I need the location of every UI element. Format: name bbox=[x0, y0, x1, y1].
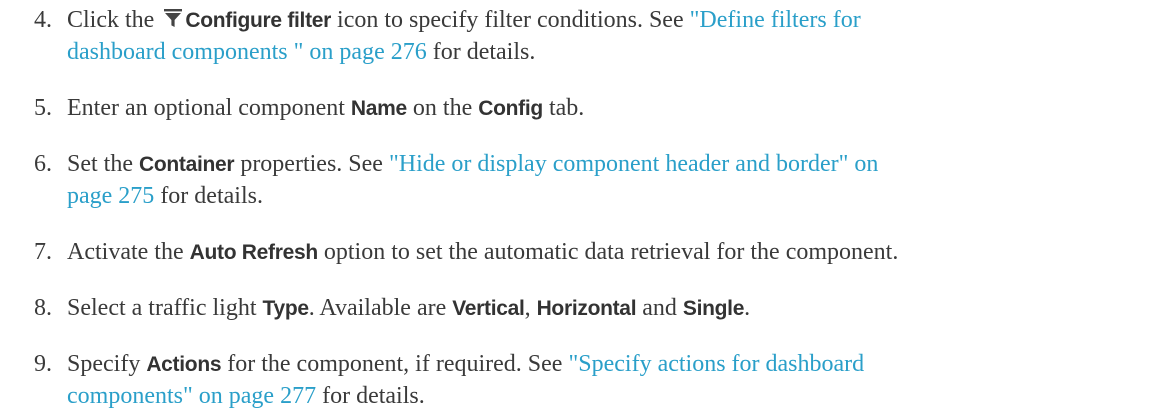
step-number: 8. bbox=[34, 295, 52, 321]
filter-icon bbox=[164, 9, 183, 27]
hide-display-header-link-continued[interactable]: page 275 bbox=[67, 183, 154, 209]
step-text: Activate the Auto Refresh option to set … bbox=[67, 236, 1160, 269]
step-text-segment: . Available are bbox=[308, 295, 447, 321]
step-text-segment: , bbox=[524, 295, 531, 321]
hide-display-header-link[interactable]: "Hide or display component header and bo… bbox=[389, 151, 878, 177]
step-text-segment: . bbox=[744, 295, 751, 321]
step-text-segment: on the bbox=[412, 95, 473, 121]
step-text-segment: for details. bbox=[160, 183, 263, 209]
step-text: Set the Container properties. See "Hide … bbox=[67, 148, 1160, 181]
step-number: 4. bbox=[34, 7, 52, 33]
step-text-segment: tab. bbox=[548, 95, 585, 121]
container-label: Container bbox=[139, 153, 235, 176]
step-number: 6. bbox=[34, 151, 52, 177]
step-text-segment: for details. bbox=[322, 383, 425, 409]
define-filters-link-continued[interactable]: dashboard components " on page 276 bbox=[67, 39, 427, 65]
actions-label: Actions bbox=[146, 353, 222, 376]
step-number: 7. bbox=[34, 239, 52, 265]
step-text-segment: Select a traffic light bbox=[67, 295, 257, 321]
step-text-segment: Set the bbox=[67, 151, 133, 177]
step-text-segment: icon to specify filter conditions. See bbox=[337, 7, 684, 33]
configure-filter-label: Configure filter bbox=[185, 9, 332, 32]
horizontal-option-label: Horizontal bbox=[536, 297, 637, 320]
step-text-segment: and bbox=[642, 295, 677, 321]
specify-actions-link-continued[interactable]: components" on page 277 bbox=[67, 383, 316, 409]
config-tab-label: Config bbox=[478, 97, 543, 120]
step-text-segment: option to set the automatic data retriev… bbox=[323, 239, 899, 265]
step-text: Click the Configure filter icon to speci… bbox=[67, 4, 1160, 37]
document-page: 4. Click the Configure filter icon to sp… bbox=[0, 0, 1166, 411]
step-text-segment: Click the bbox=[67, 7, 155, 33]
step-text-segment: Enter an optional component bbox=[67, 95, 345, 121]
single-option-label: Single bbox=[682, 297, 745, 320]
step-text-segment: Activate the bbox=[67, 239, 184, 265]
step-text: Select a traffic light Type. Available a… bbox=[67, 292, 1160, 325]
step-text-segment: for the component, if required. See bbox=[227, 351, 563, 377]
step-text: Specify Actions for the component, if re… bbox=[67, 348, 1160, 381]
step-text-segment: for details. bbox=[432, 39, 536, 65]
type-label: Type bbox=[262, 297, 309, 320]
step-text-continuation: page 275 for details. bbox=[67, 180, 263, 212]
step-text-continuation: components" on page 277 for details. bbox=[67, 380, 425, 412]
step-number: 9. bbox=[34, 351, 52, 377]
step-text: Enter an optional component Name on the … bbox=[67, 92, 1160, 125]
name-field-label: Name bbox=[350, 97, 407, 120]
step-text-continuation: dashboard components " on page 276 for d… bbox=[67, 36, 535, 68]
vertical-option-label: Vertical bbox=[452, 297, 525, 320]
step-text-segment: Specify bbox=[67, 351, 141, 377]
step-text-segment: properties. See bbox=[240, 151, 383, 177]
auto-refresh-label: Auto Refresh bbox=[189, 241, 319, 264]
define-filters-link[interactable]: "Define filters for bbox=[690, 7, 861, 33]
specify-actions-link[interactable]: "Specify actions for dashboard bbox=[568, 351, 864, 377]
step-number: 5. bbox=[34, 95, 52, 121]
